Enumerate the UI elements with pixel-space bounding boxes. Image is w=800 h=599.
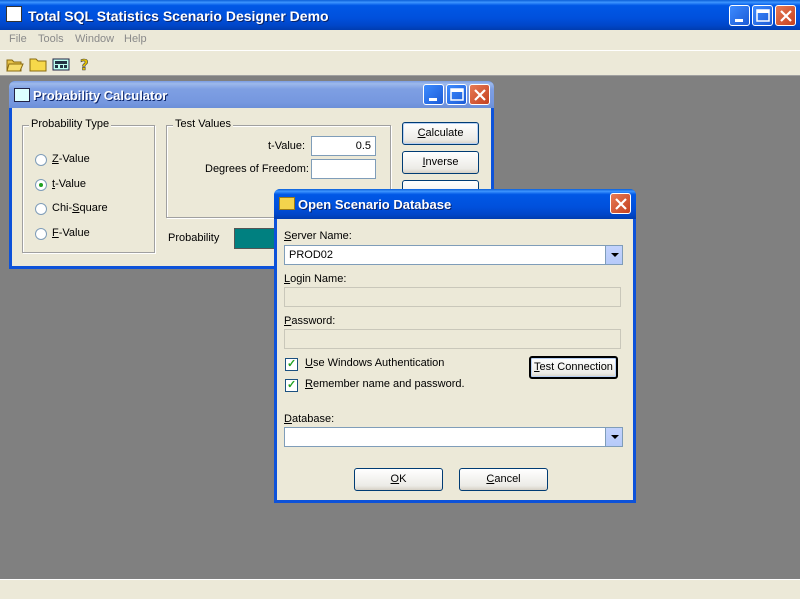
toolbar: ? xyxy=(0,50,800,76)
menu-tools[interactable]: Tools xyxy=(38,33,64,45)
password-input[interactable] xyxy=(284,329,621,349)
open-scenario-database-dialog: Open Scenario Database Server Name: PROD… xyxy=(274,189,636,503)
app-title: Total SQL Statistics Scenario Designer D… xyxy=(28,8,329,24)
login-name-label: Login Name: xyxy=(284,273,347,285)
minimize-icon xyxy=(735,19,743,22)
server-name-value: PROD02 xyxy=(289,249,334,261)
database-combo[interactable] xyxy=(284,427,623,447)
calc-minimize-button[interactable] xyxy=(423,84,444,105)
remember-label[interactable]: Remember name and password. xyxy=(305,378,465,390)
maximize-icon xyxy=(450,88,464,101)
server-name-label: Server Name: xyxy=(284,230,352,242)
calculator-icon xyxy=(14,88,30,102)
radio-z-value[interactable] xyxy=(35,154,47,166)
maximize-icon xyxy=(756,9,770,22)
chevron-down-icon[interactable] xyxy=(605,428,622,446)
svg-text:?: ? xyxy=(80,56,89,73)
status-bar xyxy=(0,579,800,599)
t-value-label: t-Value: xyxy=(268,140,306,152)
t-value-input[interactable]: 0.5 xyxy=(311,136,376,156)
app-icon xyxy=(6,6,22,22)
open-folder-icon[interactable] xyxy=(6,55,24,73)
help-icon[interactable]: ? xyxy=(76,55,94,73)
probability-label: Probability xyxy=(168,232,220,244)
server-name-combo[interactable]: PROD02 xyxy=(284,245,623,265)
test-connection-button[interactable]: Test Connection xyxy=(529,356,618,379)
menu-file[interactable]: File xyxy=(9,33,27,45)
probability-type-label: Probability Type xyxy=(29,118,112,130)
windows-auth-label[interactable]: Use Windows Authentication xyxy=(305,357,444,369)
main-title-bar[interactable]: Total SQL Statistics Scenario Designer D… xyxy=(0,0,800,30)
database-label: Database: xyxy=(284,413,335,425)
calc-close-button[interactable] xyxy=(469,84,490,105)
radio-f-value[interactable] xyxy=(35,228,47,240)
menu-help[interactable]: Help xyxy=(124,33,147,45)
ok-button[interactable]: OK xyxy=(354,468,443,491)
dialog-title: Open Scenario Database xyxy=(298,197,452,212)
chevron-down-icon[interactable] xyxy=(605,246,622,264)
radio-f-value-label[interactable]: F-Value xyxy=(52,227,90,239)
calc-title-bar[interactable]: Probability Calculator xyxy=(9,81,494,108)
maximize-button[interactable] xyxy=(752,5,773,26)
close-icon xyxy=(780,10,792,22)
radio-t-value-label[interactable]: t-Value xyxy=(52,178,86,190)
dialog-body: Server Name: PROD02 Login Name: Password… xyxy=(277,219,633,500)
remember-checkbox[interactable] xyxy=(285,378,298,392)
calc-title: Probability Calculator xyxy=(33,88,168,103)
login-name-input[interactable] xyxy=(284,287,621,307)
folder-icon xyxy=(279,197,295,210)
radio-chi-square-label[interactable]: Chi-Square xyxy=(52,202,108,214)
minimize-icon xyxy=(429,98,437,101)
close-button[interactable] xyxy=(775,5,796,26)
close-icon xyxy=(615,198,627,210)
dialog-close-button[interactable] xyxy=(610,193,631,214)
test-values-label: Test Values xyxy=(173,118,234,130)
radio-chi-square[interactable] xyxy=(35,203,47,215)
menu-window[interactable]: Window xyxy=(75,33,114,45)
minimize-button[interactable] xyxy=(729,5,750,26)
menu-bar: File Tools Window Help xyxy=(0,30,800,50)
radio-z-value-label[interactable]: Z-Value xyxy=(52,153,90,165)
calc-maximize-button[interactable] xyxy=(446,84,467,105)
radio-t-value[interactable] xyxy=(35,179,47,191)
inverse-button[interactable]: Inverse xyxy=(402,151,479,174)
calculate-button[interactable]: Calculate xyxy=(402,122,479,145)
degrees-of-freedom-label: Degrees of Freedom: xyxy=(205,163,309,175)
folder-icon[interactable] xyxy=(29,55,47,73)
password-label: Password: xyxy=(284,315,336,327)
calculator-icon[interactable] xyxy=(52,55,70,73)
probability-type-group: Probability Type Z-Value t-Value Chi-Squ… xyxy=(22,118,155,253)
close-icon xyxy=(474,89,486,101)
dialog-title-bar[interactable]: Open Scenario Database xyxy=(274,189,636,219)
degrees-of-freedom-input[interactable] xyxy=(311,159,376,179)
windows-auth-checkbox[interactable] xyxy=(285,357,298,371)
cancel-button[interactable]: Cancel xyxy=(459,468,548,491)
